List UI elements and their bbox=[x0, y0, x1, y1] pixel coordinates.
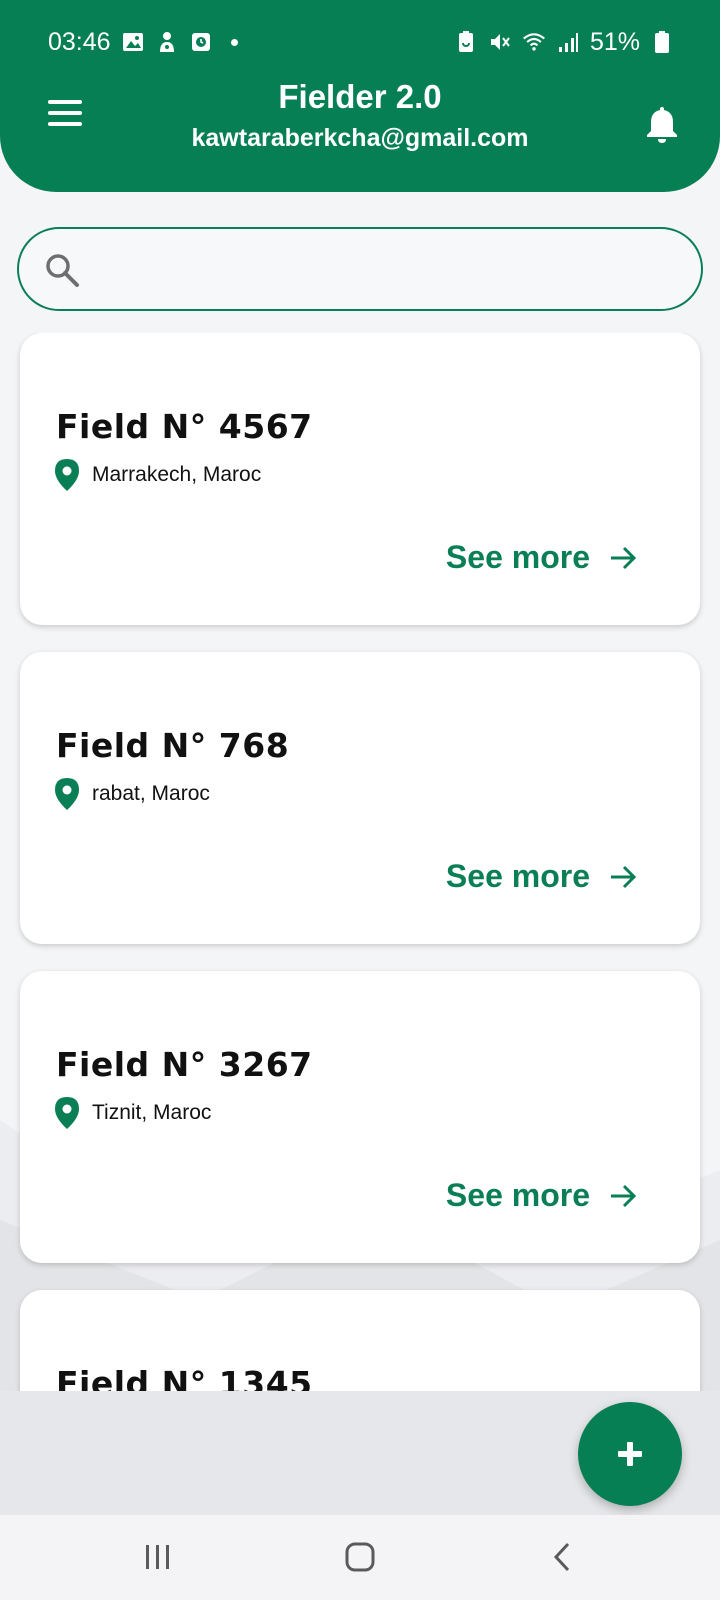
see-more-label: See more bbox=[445, 858, 590, 894]
see-more-button[interactable]: See more bbox=[446, 539, 638, 576]
location-pin-icon bbox=[55, 778, 79, 810]
game-icon bbox=[155, 30, 179, 54]
signal-icon bbox=[556, 30, 580, 54]
status-bar: 03:46 51% bbox=[0, 22, 720, 62]
home-icon bbox=[345, 1542, 375, 1572]
image-icon bbox=[121, 30, 145, 54]
status-right: 51% bbox=[454, 28, 674, 57]
field-list: Field N° 4567 Marrakech, Maroc See more … bbox=[0, 333, 720, 1391]
user-email: kawtaraberkcha@gmail.com bbox=[191, 124, 529, 152]
field-title: Field N° 4567 bbox=[56, 407, 313, 446]
status-left: 03:46 bbox=[48, 28, 238, 57]
battery-icon bbox=[650, 30, 674, 54]
screen: 03:46 51% Fielder 2.0 kawtaraberkcha@gma… bbox=[0, 0, 720, 1600]
clock: 03:46 bbox=[48, 27, 111, 56]
search-input[interactable] bbox=[99, 243, 679, 297]
see-more-label: See more bbox=[445, 539, 590, 575]
back-button[interactable] bbox=[537, 1535, 587, 1579]
field-location: Marrakech, Maroc bbox=[54, 457, 261, 493]
app-bar: Fielder 2.0 kawtaraberkcha@gmail.com bbox=[0, 74, 720, 164]
plus-icon bbox=[618, 1442, 642, 1466]
mute-icon bbox=[488, 30, 512, 54]
bell-icon bbox=[647, 107, 677, 143]
back-icon bbox=[553, 1542, 570, 1572]
dot-icon bbox=[230, 38, 238, 46]
location-text: Tiznit, Maroc bbox=[92, 1101, 212, 1124]
location-text: Marrakech, Maroc bbox=[92, 463, 262, 486]
field-card[interactable]: Field N° 1345 bbox=[20, 1290, 700, 1391]
field-card[interactable]: Field N° 3267 Tiznit, Maroc See more bbox=[20, 971, 700, 1263]
app-header: 03:46 51% Fielder 2.0 kawtaraberkcha@gma… bbox=[0, 0, 720, 192]
arrow-right-icon bbox=[611, 546, 637, 569]
field-title: Field N° 768 bbox=[56, 726, 290, 765]
battery-percent: 51% bbox=[589, 27, 640, 56]
arrow-right-icon bbox=[611, 865, 637, 888]
see-more-button[interactable]: See more bbox=[446, 1177, 638, 1214]
recent-apps-button[interactable] bbox=[133, 1535, 183, 1579]
arrow-right-icon bbox=[611, 1184, 637, 1207]
clock-app-icon bbox=[189, 30, 213, 54]
see-more-label: See more bbox=[445, 1177, 590, 1213]
field-location: Tiznit, Maroc bbox=[54, 1095, 211, 1131]
field-title: Field N° 3267 bbox=[56, 1045, 313, 1084]
field-location: rabat, Maroc bbox=[54, 776, 210, 812]
field-title: Field N° 1345 bbox=[56, 1364, 313, 1391]
battery-saver-icon bbox=[454, 30, 478, 54]
wifi-icon bbox=[522, 30, 546, 54]
location-text: rabat, Maroc bbox=[92, 782, 210, 805]
see-more-button[interactable]: See more bbox=[446, 858, 638, 895]
search-icon bbox=[46, 254, 79, 287]
home-button[interactable] bbox=[335, 1535, 385, 1579]
app-title: Fielder 2.0 bbox=[278, 78, 442, 115]
system-nav-bar bbox=[0, 1515, 720, 1600]
notifications-button[interactable] bbox=[644, 104, 680, 144]
location-pin-icon bbox=[55, 1097, 79, 1129]
add-field-button[interactable] bbox=[578, 1402, 682, 1506]
field-card[interactable]: Field N° 4567 Marrakech, Maroc See more bbox=[20, 333, 700, 625]
recent-apps-icon bbox=[146, 1545, 169, 1569]
field-card[interactable]: Field N° 768 rabat, Maroc See more bbox=[20, 652, 700, 944]
search-bar[interactable] bbox=[17, 227, 703, 311]
location-pin-icon bbox=[55, 459, 79, 491]
